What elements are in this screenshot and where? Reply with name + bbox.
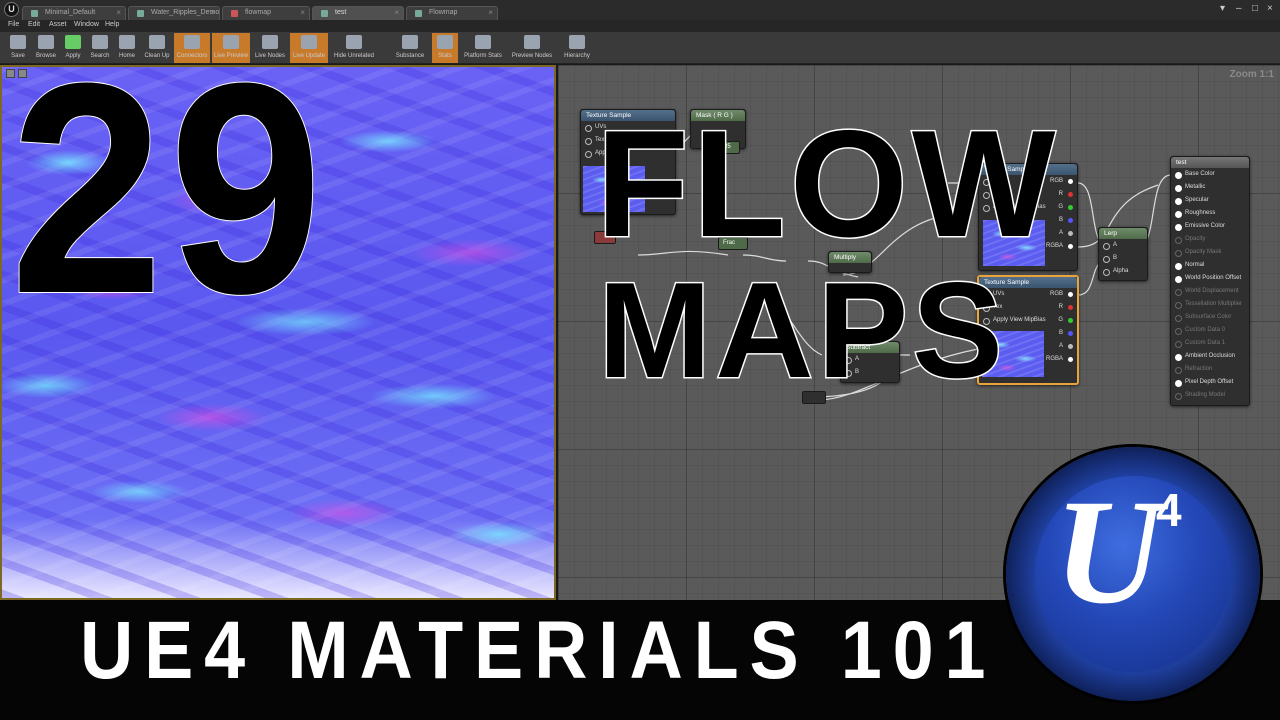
platform-stats-button[interactable]: Platform Stats xyxy=(460,33,506,63)
substance-icon xyxy=(402,35,418,49)
notification-icon[interactable]: ▾ xyxy=(1220,3,1225,14)
close-icon[interactable]: × xyxy=(394,8,399,17)
tab-test[interactable]: test × xyxy=(312,6,404,20)
alpha-pin[interactable]: Alpha xyxy=(1099,265,1147,278)
world-position-offset-pin[interactable]: World Position Offset xyxy=(1171,272,1249,285)
title-bar: U Minimal_Default × Water_Ripples_Demo × f… xyxy=(0,0,1280,20)
pixel-depth-offset-pin[interactable]: Pixel Depth Offset xyxy=(1171,376,1249,389)
hide-unrelated-button[interactable]: Hide Unrelated xyxy=(330,33,378,63)
stats-icon xyxy=(437,35,453,49)
stats-button[interactable]: Stats xyxy=(432,33,458,63)
episode-number: 29 xyxy=(9,20,329,356)
close-icon[interactable]: × xyxy=(116,8,121,17)
material-icon xyxy=(321,10,328,17)
base-color-pin[interactable]: Base Color xyxy=(1171,168,1249,181)
hierarchy-button[interactable]: Hierarchy xyxy=(560,33,594,63)
material-icon xyxy=(231,10,238,17)
unreal-engine-4-logo-icon: U 4 xyxy=(1006,447,1260,701)
close-icon[interactable]: × xyxy=(300,8,305,17)
hierarchy-icon xyxy=(569,35,585,49)
preview-nodes-icon xyxy=(524,35,540,49)
opacity-pin[interactable]: Opacity xyxy=(1171,233,1249,246)
b-output[interactable]: B xyxy=(1039,327,1077,340)
map-icon xyxy=(31,10,38,17)
custom-data-1-pin[interactable]: Custom Data 1 xyxy=(1171,337,1249,350)
node-title: test xyxy=(1171,157,1249,168)
title-line-1: FLOW xyxy=(594,99,1060,269)
hide-unrelated-icon xyxy=(346,35,362,49)
b-pin[interactable]: B xyxy=(1099,252,1147,265)
a-output[interactable]: A xyxy=(1039,340,1077,353)
tessellation-multiplier-pin[interactable]: Tessellation Multiplier xyxy=(1171,298,1249,311)
r-output[interactable]: R xyxy=(1039,301,1077,314)
ambient-occlusion-pin[interactable]: Ambient Occlusion xyxy=(1171,350,1249,363)
specular-pin[interactable]: Specular xyxy=(1171,194,1249,207)
g-output[interactable]: G xyxy=(1039,314,1077,327)
rgb-output[interactable]: RGB xyxy=(1039,288,1077,301)
series-title: UE4 MATERIALS 101 xyxy=(80,605,997,696)
custom-data-0-pin[interactable]: Custom Data 0 xyxy=(1171,324,1249,337)
platform-stats-icon xyxy=(475,35,491,49)
maximize-icon[interactable]: □ xyxy=(1252,3,1258,14)
title-line-2: MAPS xyxy=(597,254,1007,406)
subsurface-color-pin[interactable]: Subsurface Color xyxy=(1171,311,1249,324)
opacity-mask-pin[interactable]: Opacity Mask xyxy=(1171,246,1249,259)
a-pin[interactable]: A xyxy=(1099,239,1147,252)
logo-number: 4 xyxy=(1156,484,1182,536)
material-result-node[interactable]: test Base Color Metallic Specular Roughn… xyxy=(1170,156,1250,406)
close-icon[interactable]: × xyxy=(210,8,215,17)
shading-model-pin[interactable]: Shading Model xyxy=(1171,389,1249,402)
tab-flowmap-material[interactable]: flowmap × xyxy=(222,6,310,20)
texture-icon xyxy=(415,10,422,17)
metallic-pin[interactable]: Metallic xyxy=(1171,181,1249,194)
roughness-pin[interactable]: Roughness xyxy=(1171,207,1249,220)
close-window-icon[interactable]: × xyxy=(1267,3,1273,14)
close-icon[interactable]: × xyxy=(488,8,493,17)
lerp-node[interactable]: Lerp A B Alpha xyxy=(1098,227,1148,281)
result-pin-list: Base Color Metallic Specular Roughness E… xyxy=(1171,168,1249,402)
tab-minimal-default[interactable]: Minimal_Default × xyxy=(22,6,126,20)
map-icon xyxy=(137,10,144,17)
normal-pin[interactable]: Normal xyxy=(1171,259,1249,272)
refraction-pin[interactable]: Refraction xyxy=(1171,363,1249,376)
tab-flowmap-texture[interactable]: Flowmap × xyxy=(406,6,498,20)
substance-button[interactable]: Substance xyxy=(392,33,428,63)
node-title: Lerp xyxy=(1099,228,1147,239)
emissive-color-pin[interactable]: Emissive Color xyxy=(1171,220,1249,233)
preview-nodes-button[interactable]: Preview Nodes xyxy=(508,33,556,63)
unreal-logo-icon[interactable]: U xyxy=(4,2,19,17)
world-displacement-pin[interactable]: World Displacement xyxy=(1171,285,1249,298)
minimize-icon[interactable]: – xyxy=(1236,3,1242,14)
rgba-output[interactable]: RGBA xyxy=(1039,353,1077,366)
tab-water-ripples-demo[interactable]: Water_Ripples_Demo × xyxy=(128,6,220,20)
logo-letter: U xyxy=(1054,469,1163,635)
